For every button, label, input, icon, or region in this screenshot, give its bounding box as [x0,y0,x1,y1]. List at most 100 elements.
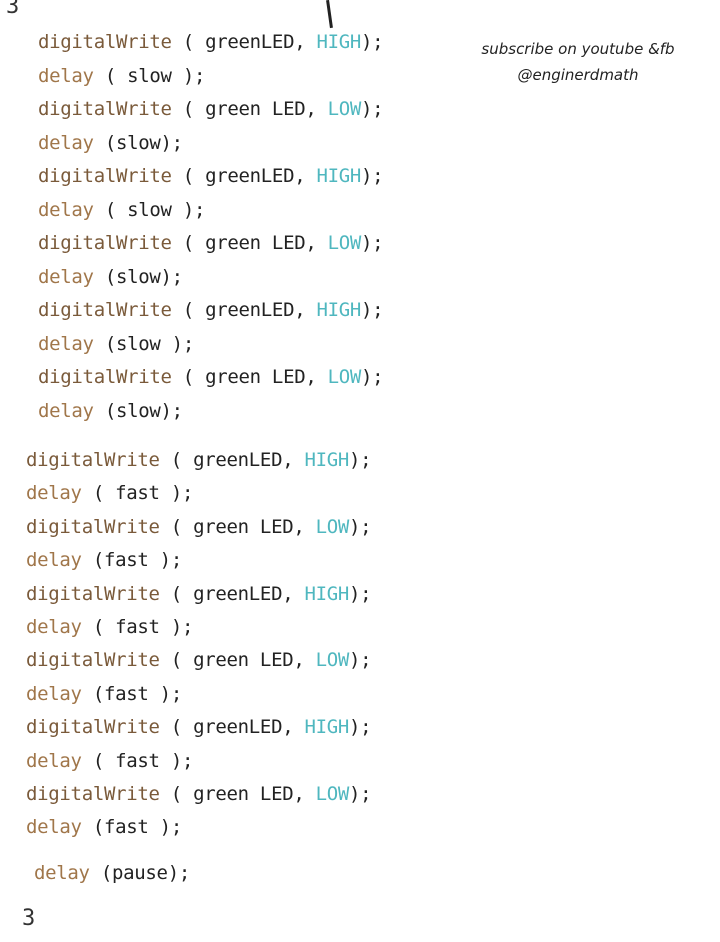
code-line: digitalWrite ( greenLED, HIGH); [38,298,384,322]
code-line: delay (fast ); [26,682,182,706]
close-paren: ); [361,98,384,120]
code-line: digitalWrite ( green LED, LOW); [26,648,372,672]
function-name: digitalWrite [38,366,172,388]
open-paren: ( [81,549,104,572]
open-paren: ( [159,515,194,538]
function-name: digitalWrite [38,165,172,187]
function-name: delay [26,549,82,572]
open-paren: ( [93,332,116,355]
function-name: delay [26,749,82,772]
close-paren: ); [171,198,206,221]
argument: green LED, [205,232,328,254]
note-line-handle: @enginerdmath [517,66,639,84]
open-paren: ( [81,482,116,505]
open-paren: ( [93,265,116,288]
argument: fast [115,616,160,638]
constant-value: HIGH [316,31,362,53]
open-paren: ( [93,198,128,221]
open-paren: ( [159,783,194,805]
open-paren: ( [93,131,116,154]
function-name: delay [38,332,94,355]
code-line: delay ( fast ); [26,481,193,505]
close-paren: ); [160,265,184,288]
constant-value: HIGH [304,716,350,739]
function-name: digitalWrite [26,515,160,538]
open-paren: ( [171,165,206,187]
close-paren: ); [160,399,184,422]
function-name: digitalWrite [26,649,160,672]
close-paren: ); [361,165,384,187]
argument: fast [103,816,149,839]
close-paren: ); [159,749,194,772]
open-paren: ( [81,682,104,705]
code-line: delay (pause); [34,861,190,885]
constant-value: HIGH [316,299,362,321]
close-paren: ); [349,783,372,805]
function-name: delay [38,198,94,221]
close-paren: ); [159,616,194,638]
open-paren: ( [171,98,206,120]
code-line: delay ( slow ); [38,64,205,88]
argument: slow [115,332,161,355]
code-line: digitalWrite ( green LED, LOW); [26,782,372,806]
close-paren: ); [160,131,184,154]
function-name: digitalWrite [38,232,172,254]
open-paren: ( [159,649,194,672]
close-paren: ); [361,31,384,53]
function-name: digitalWrite [26,582,160,605]
close-paren: ); [349,582,372,605]
code-line: digitalWrite ( green LED, LOW); [38,97,384,121]
code-line: digitalWrite ( green LED, LOW); [26,515,372,539]
closing-brace: 3 [22,906,36,931]
function-name: digitalWrite [38,299,172,321]
open-paren: ( [171,31,206,53]
close-paren: ); [349,649,372,672]
code-line: delay (fast ); [26,815,182,839]
argument: greenLED, [193,716,305,739]
function-name: delay [26,482,82,505]
function-name: delay [26,682,82,705]
subscribe-note: subscribe on youtube &fb @enginerdmath [478,36,678,88]
function-name: delay [26,816,82,839]
function-name: digitalWrite [26,449,160,471]
close-paren: ); [349,515,372,538]
constant-value: LOW [327,366,362,388]
argument: fast [115,482,160,505]
function-name: delay [38,399,94,422]
code-line: delay (slow); [38,265,183,289]
function-name: delay [38,265,94,288]
argument: slow [115,131,161,154]
constant-value: LOW [315,515,350,538]
argument: fast [103,682,149,705]
opening-brace: 3 [6,0,20,19]
code-line: digitalWrite ( greenLED, HIGH); [38,30,384,54]
constant-value: LOW [315,783,350,805]
constant-value: HIGH [316,165,362,187]
close-paren: ); [159,482,194,505]
code-line: digitalWrite ( green LED, LOW); [38,231,384,255]
open-paren: ( [171,299,206,321]
close-paren: ); [361,299,384,321]
argument: fast [103,549,149,572]
argument: green LED, [205,98,328,120]
open-paren: ( [93,64,128,87]
code-line: delay ( fast ); [26,749,193,773]
handwritten-code-page: 3 subscribe on youtube &fb @enginerdmath… [0,0,720,942]
argument: green LED, [193,783,316,805]
argument: greenLED, [193,582,305,605]
argument: greenLED, [193,449,305,471]
function-name: digitalWrite [38,31,172,53]
open-paren: ( [81,749,116,772]
close-paren: ); [349,449,372,471]
function-name: delay [34,861,90,884]
argument: slow [115,399,161,422]
code-line: digitalWrite ( green LED, LOW); [38,365,384,389]
function-name: delay [26,616,82,638]
constant-value: HIGH [304,449,350,471]
open-paren: ( [171,232,206,254]
argument: green LED, [193,515,316,538]
argument: slow [115,265,161,288]
argument: green LED, [193,649,316,672]
code-line: digitalWrite ( greenLED, HIGH); [38,164,384,188]
close-paren: ); [148,549,183,572]
